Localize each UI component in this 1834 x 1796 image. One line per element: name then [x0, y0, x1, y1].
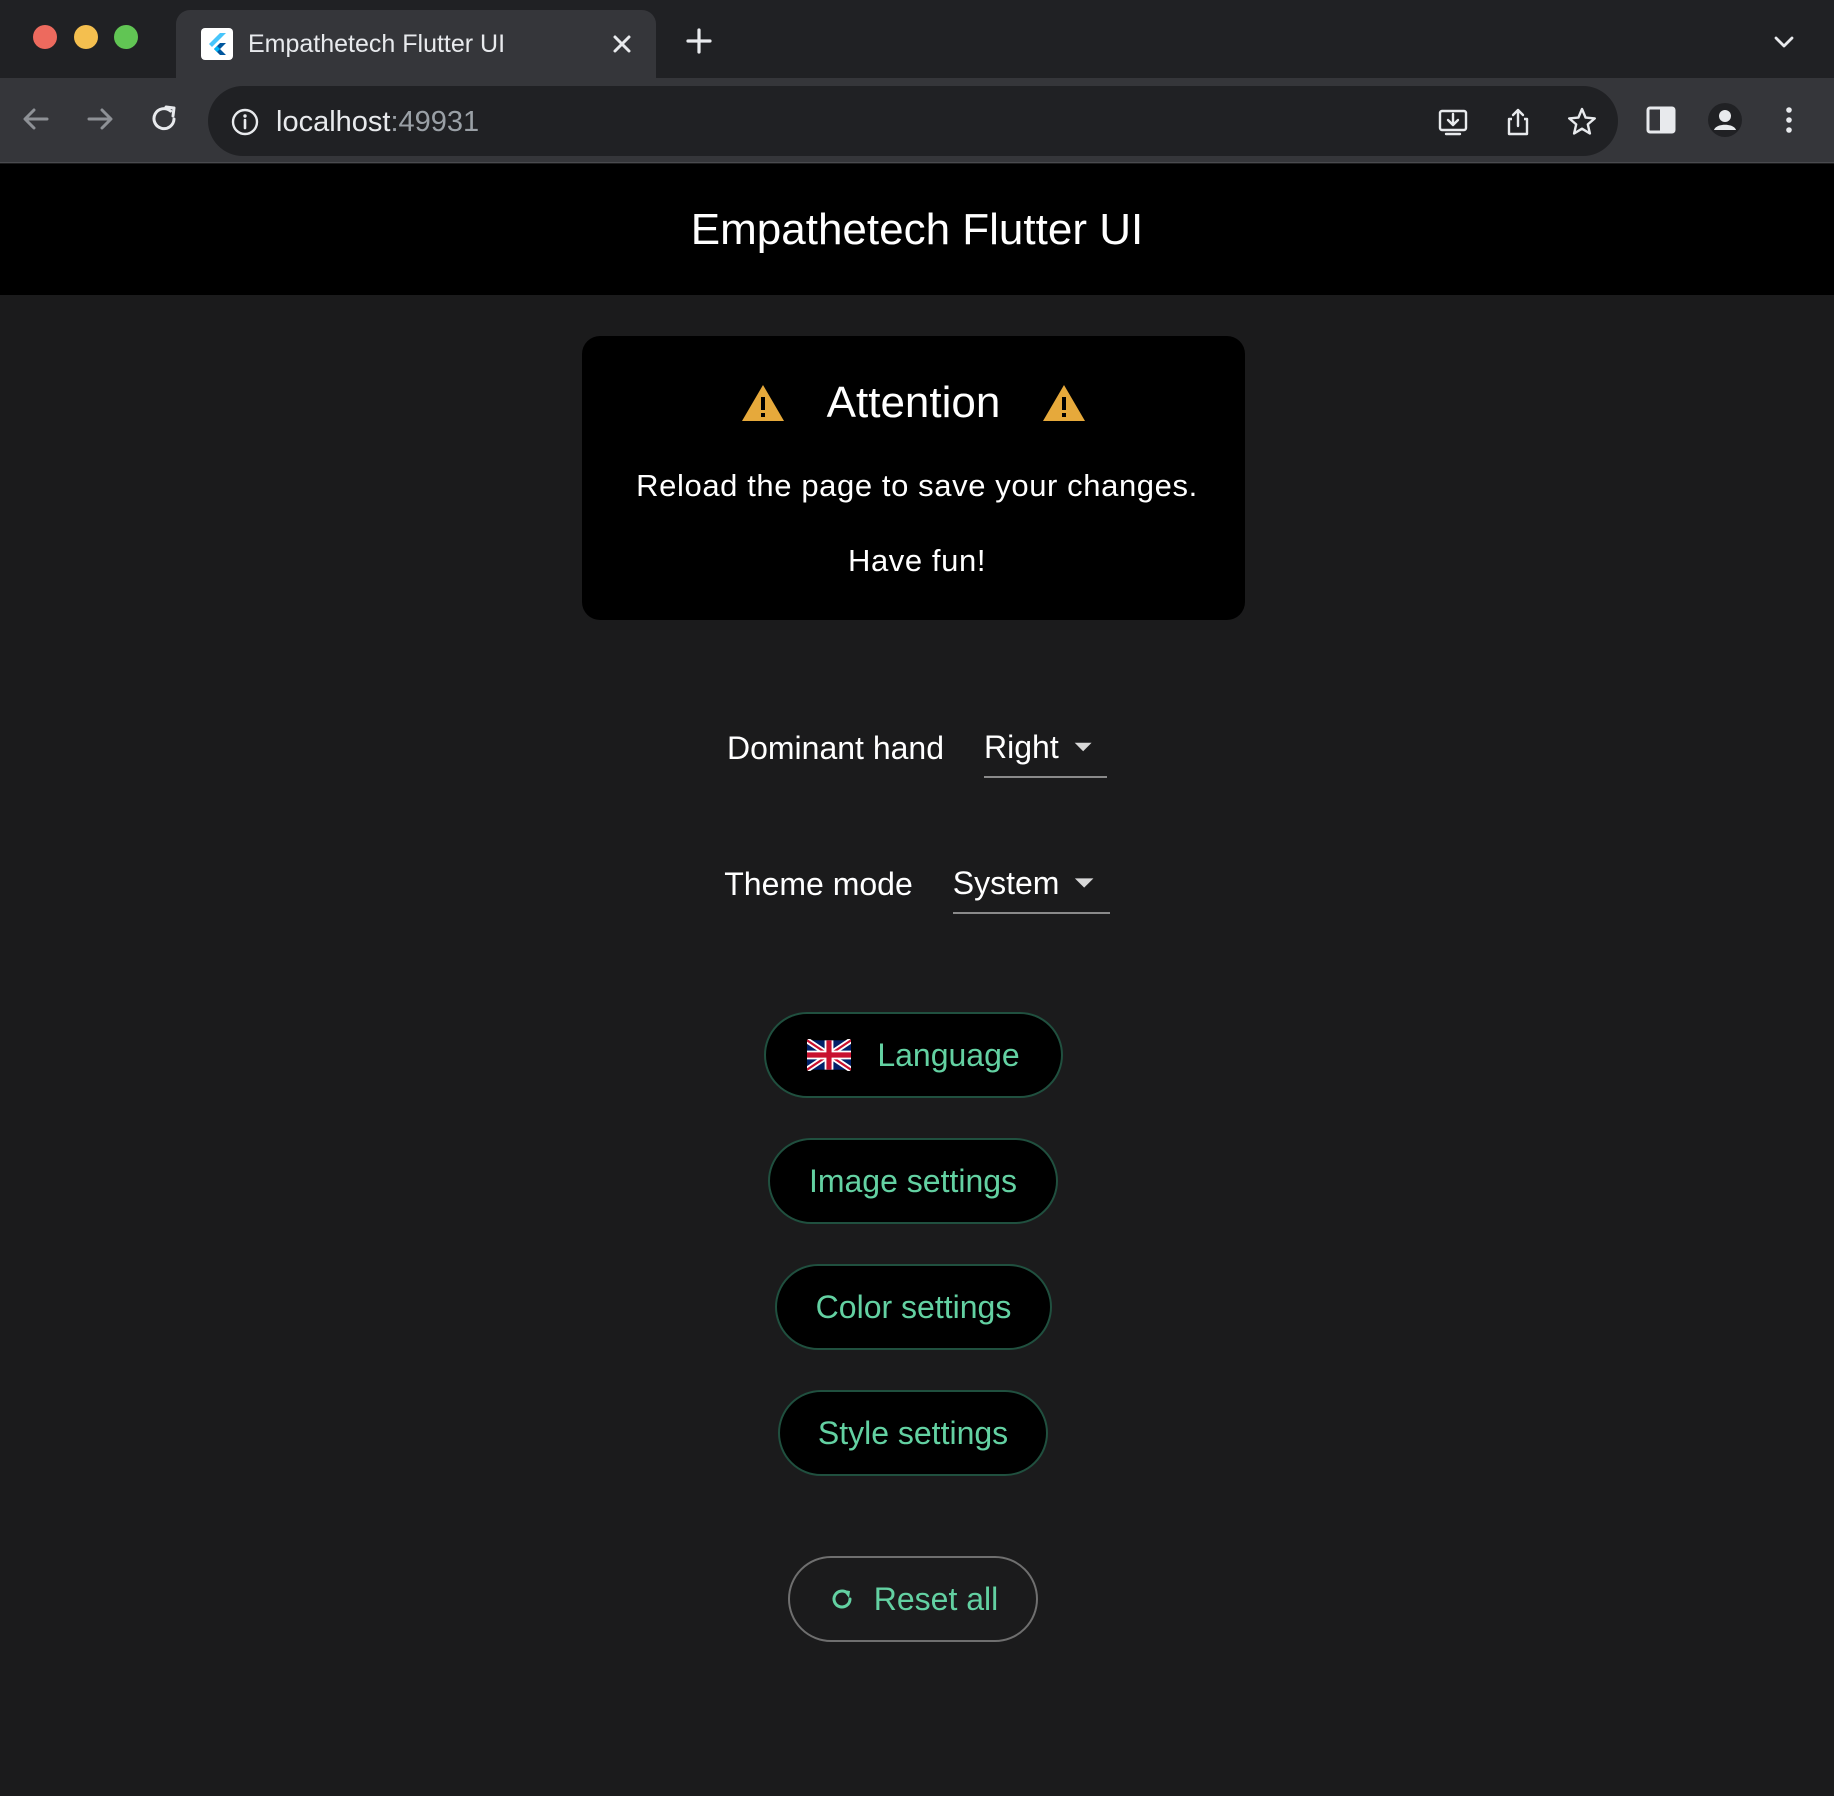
- close-icon[interactable]: [606, 28, 638, 60]
- warning-icon: [741, 385, 784, 421]
- attention-message: Reload the page to save your changes.: [636, 468, 1198, 503]
- chevron-down-icon[interactable]: [1770, 28, 1798, 56]
- dominant-hand-label: Dominant hand: [726, 729, 945, 766]
- side-panel-icon[interactable]: [1642, 101, 1680, 139]
- style-settings-label: Style settings: [817, 1414, 1009, 1451]
- dominant-hand-value: Right: [984, 728, 1059, 765]
- browser-tabstrip: Empathetech Flutter UI: [0, 0, 1834, 78]
- address-host: localhost: [276, 106, 391, 138]
- theme-mode-value: System: [952, 864, 1060, 901]
- uk-flag-icon: [807, 1039, 852, 1071]
- window-close-button[interactable]: [33, 25, 57, 49]
- color-settings-label: Color settings: [815, 1288, 1012, 1325]
- app-title: Empathetech Flutter UI: [690, 204, 1144, 254]
- site-info-icon[interactable]: [230, 107, 260, 137]
- attention-header: Attention: [582, 368, 1245, 438]
- browser-tab[interactable]: Empathetech Flutter UI: [176, 10, 656, 78]
- window-minimize-button[interactable]: [74, 25, 98, 49]
- dominant-hand-row: Dominant hand Right: [0, 718, 1834, 778]
- reset-all-label: Reset all: [873, 1580, 999, 1617]
- dropdown-arrow-icon: [1075, 878, 1094, 888]
- flutter-favicon-icon: [201, 28, 233, 60]
- address-url: localhost:49931: [276, 106, 479, 139]
- more-vert-icon[interactable]: [1770, 101, 1808, 139]
- image-settings-button[interactable]: Image settings: [768, 1138, 1058, 1224]
- window-maximize-button[interactable]: [114, 25, 138, 49]
- browser-toolbar: localhost:49931: [0, 78, 1834, 163]
- tab-title: Empathetech Flutter UI: [248, 30, 506, 58]
- refresh-icon: [832, 1589, 852, 1609]
- color-settings-button[interactable]: Color settings: [775, 1264, 1052, 1350]
- reset-all-button[interactable]: Reset all: [788, 1556, 1038, 1642]
- address-port: :49931: [390, 106, 480, 138]
- install-app-icon[interactable]: [1436, 105, 1470, 139]
- bookmark-star-icon[interactable]: [1565, 105, 1599, 139]
- new-tab-plus-icon[interactable]: [683, 25, 715, 57]
- language-button[interactable]: Language: [764, 1012, 1063, 1098]
- app-bar: Empathetech Flutter UI: [0, 164, 1834, 295]
- theme-mode-dropdown[interactable]: System: [952, 854, 1110, 914]
- language-label: Language: [877, 1036, 1020, 1073]
- theme-mode-label: Theme mode: [724, 865, 913, 902]
- attention-title: Attention: [826, 378, 1001, 427]
- dropdown-arrow-icon: [1074, 742, 1092, 752]
- share-icon[interactable]: [1501, 105, 1535, 139]
- address-bar[interactable]: localhost:49931: [208, 86, 1618, 156]
- theme-mode-row: Theme mode System: [0, 854, 1834, 914]
- image-settings-label: Image settings: [808, 1162, 1018, 1199]
- back-arrow-icon[interactable]: [16, 99, 56, 139]
- style-settings-button[interactable]: Style settings: [778, 1390, 1048, 1476]
- warning-icon: [1043, 385, 1086, 421]
- dominant-hand-dropdown[interactable]: Right: [984, 718, 1108, 778]
- forward-arrow-icon[interactable]: [80, 99, 120, 139]
- reload-icon[interactable]: [145, 99, 185, 139]
- attention-subtitle: Have fun!: [847, 543, 987, 578]
- profile-avatar-icon[interactable]: [1706, 101, 1744, 139]
